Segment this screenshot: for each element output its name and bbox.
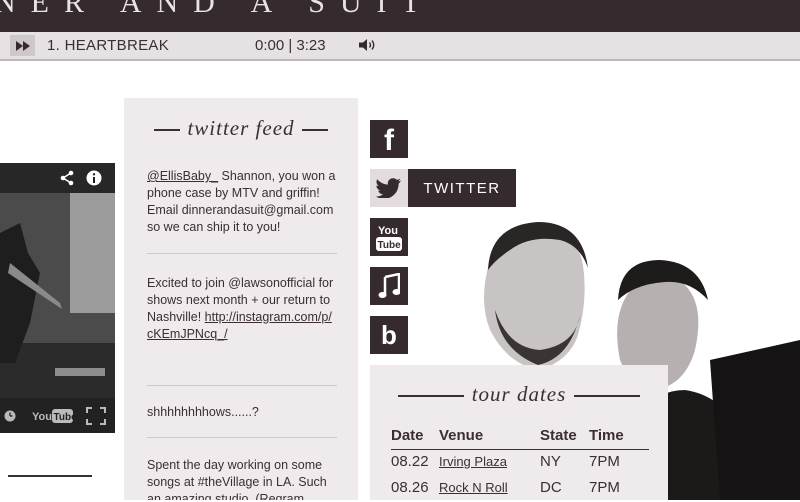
column-header-date: Date <box>391 427 424 444</box>
twitter-bird-icon <box>376 178 401 198</box>
tour-date: 08.22 <box>391 453 429 470</box>
youtube-icon: You Tube <box>376 225 402 251</box>
tweet-divider <box>147 437 337 438</box>
site-header: NER AND A SUIT <box>0 0 800 32</box>
svg-text:You: You <box>378 225 398 237</box>
venue-link[interactable]: Rock N Roll <box>439 480 508 495</box>
tweet-mention-link[interactable]: @EllisBaby_ <box>147 169 218 183</box>
track-time: 0:00 | 3:23 <box>255 37 326 54</box>
volume-icon[interactable] <box>358 38 378 57</box>
fast-forward-icon <box>15 40 30 51</box>
table-header-row: Date Venue State Time <box>391 427 649 450</box>
table-row: 08.22 Irving Plaza NY 7PM <box>391 450 649 476</box>
bandcamp-icon: b <box>381 319 397 350</box>
play-button[interactable] <box>10 35 35 56</box>
itunes-button[interactable] <box>370 267 408 305</box>
twitter-button[interactable] <box>370 169 408 207</box>
youtube-logo-icon[interactable]: You Tube <box>32 408 74 424</box>
fullscreen-icon[interactable] <box>86 407 106 425</box>
youtube-button[interactable]: You Tube <box>370 218 408 256</box>
section-divider <box>8 475 92 477</box>
column-header-time: Time <box>589 427 624 444</box>
tweet-item: Excited to join @lawsonofficial for show… <box>147 275 337 343</box>
tweet-item: @EllisBaby_ Shannon, you won a phone cas… <box>147 168 337 236</box>
facebook-icon: f <box>384 124 394 157</box>
clock-icon[interactable] <box>4 410 16 422</box>
twitter-feed-panel: twitter feed @EllisBaby_ Shannon, you wo… <box>124 98 358 500</box>
site-logo[interactable]: NER AND A SUIT <box>0 0 435 20</box>
share-icon[interactable] <box>59 170 75 186</box>
svg-text:Tube: Tube <box>54 412 75 423</box>
video-player[interactable]: You Tube <box>0 163 115 433</box>
facebook-button[interactable]: f <box>370 120 408 158</box>
tweet-divider <box>147 253 337 254</box>
tour-time: 7PM <box>589 479 620 496</box>
tour-time: 7PM <box>589 453 620 470</box>
table-row: 08.26 Rock N Roll DC 7PM <box>391 476 649 502</box>
track-title: 1. HEARTBREAK <box>47 37 169 54</box>
column-header-state: State <box>540 427 577 444</box>
tweet-item: shhhhhhhhows......? <box>147 404 337 421</box>
video-thumbnail[interactable] <box>0 193 115 398</box>
column-header-venue: Venue <box>439 427 484 444</box>
music-note-icon <box>378 273 400 298</box>
tour-dates-panel: tour dates Date Venue State Time 08.22 I… <box>370 365 668 500</box>
tour-dates-title: tour dates <box>370 382 668 407</box>
tweet-divider <box>147 385 337 386</box>
info-icon[interactable] <box>86 170 102 186</box>
video-top-bar <box>0 163 115 193</box>
tweet-text: Spent the day working on some songs at #… <box>147 458 327 500</box>
svg-text:You: You <box>32 411 52 423</box>
tour-date: 08.26 <box>391 479 429 496</box>
tour-dates-table: Date Venue State Time 08.22 Irving Plaza… <box>391 427 649 502</box>
twitter-feed-title: twitter feed <box>124 116 358 141</box>
svg-text:Tube: Tube <box>378 240 402 251</box>
tour-state: NY <box>540 453 561 470</box>
bandcamp-button[interactable]: b <box>370 316 408 354</box>
audio-player: 1. HEARTBREAK 0:00 | 3:23 <box>0 32 800 61</box>
venue-link[interactable]: Irving Plaza <box>439 454 507 469</box>
tweet-item: Spent the day working on some songs at #… <box>147 457 337 500</box>
video-controls: You Tube <box>0 398 115 433</box>
tweet-text: shhhhhhhhows......? <box>147 405 259 419</box>
tour-state: DC <box>540 479 562 496</box>
